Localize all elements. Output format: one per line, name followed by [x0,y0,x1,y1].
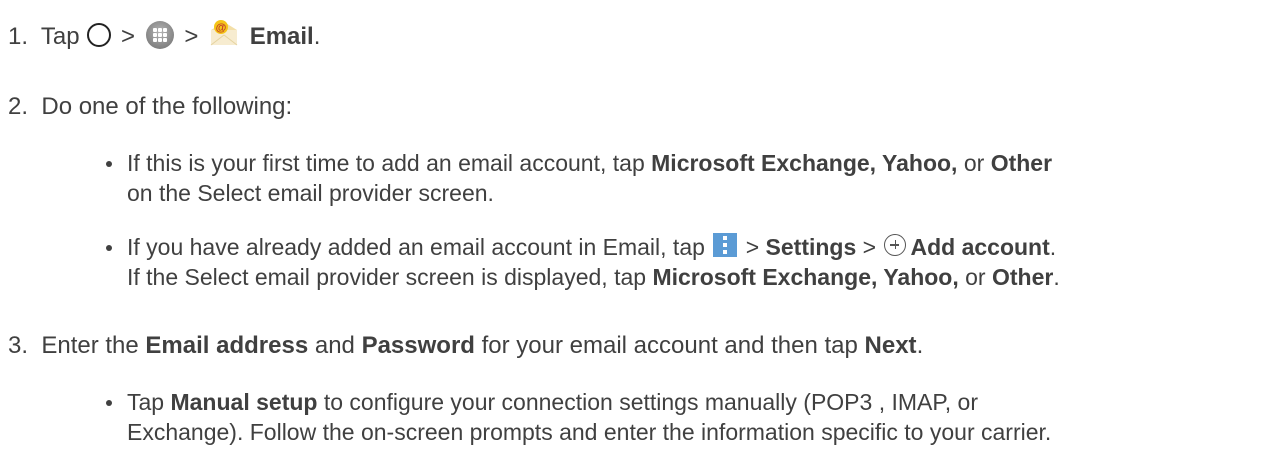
step-3-bullet-1-line-2: Exchange). Follow the on-screen prompts … [127,419,1052,445]
separator: > [184,23,199,50]
separator: > [120,23,135,50]
add-icon [884,233,907,256]
step-3-bullet-1-line-1: Tap Manual setup to configure your conne… [127,389,978,415]
bullet [106,161,112,167]
step-number: 1. [8,23,29,50]
step-2-bullet-1-line-2: on the Select email provider screen. [127,180,494,206]
email-label: Email [249,23,314,50]
step-2: 2. Do one of the following: [8,92,292,122]
email-app-icon: @ [209,18,239,46]
step-1: 1. Tap > > @ Email. [8,19,320,52]
home-icon [87,22,112,47]
step-3: 3. Enter the Email address and Password … [8,332,924,359]
menu-icon [713,232,738,257]
svg-text:@: @ [216,22,227,34]
tap-text: Tap [40,23,80,50]
step-number: 2. [8,93,29,120]
step-number: 3. [8,332,29,359]
step-2-bullet-1-line-1: If this is your first time to add an ema… [127,150,1053,176]
bullet [106,245,112,251]
apps-icon [145,20,174,49]
step-text: Do one of the following: [41,93,293,120]
bullet [106,400,112,406]
step-2-bullet-2-line-1: If you have already added an email accou… [127,232,1057,260]
step-2-bullet-2-line-2: If the Select email provider screen is d… [127,264,1060,290]
